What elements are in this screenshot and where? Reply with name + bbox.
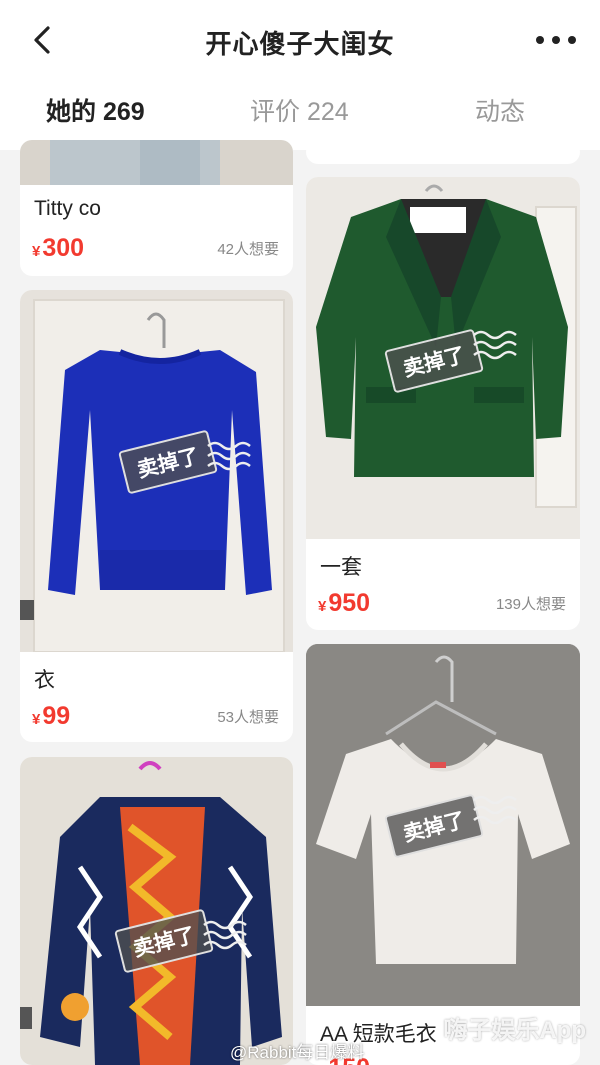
postmark-waves-icon xyxy=(473,330,517,360)
weibo-watermark: @Rabbit每日爆料 xyxy=(230,1043,365,1062)
product-card-titty-co[interactable]: Titty co ¥300 42人想要 xyxy=(20,140,293,276)
tab-items[interactable]: 她的 269 xyxy=(46,92,145,128)
product-card-green-blazer[interactable]: 卖掉了 一套 ¥950 139人想要 xyxy=(306,177,580,630)
top-bar: 开心傻子大闺女 她的 269 评价 224 动态 xyxy=(0,0,600,151)
tab-bar: 她的 269 评价 224 动态 xyxy=(0,92,600,136)
want-count: 53人想要 xyxy=(217,709,279,726)
want-count: 42人想要 xyxy=(217,241,279,258)
postmark-waves-icon xyxy=(203,920,247,950)
product-price: ¥300 xyxy=(32,234,85,262)
tab-activity[interactable]: 动态 xyxy=(475,92,525,128)
more-dots-icon[interactable] xyxy=(536,30,576,50)
product-card-white-sweater[interactable]: 卖掉了 AA 短款毛衣 ¥150 xyxy=(306,644,580,1065)
product-name: 一套 xyxy=(320,556,362,579)
product-card-blue-sweater[interactable]: 卖掉了 衣 ¥99 53人想要 xyxy=(20,290,293,742)
postmark-waves-icon xyxy=(207,441,251,471)
brand-watermark: 嗨子娱乐App xyxy=(443,1017,586,1044)
postmark-waves-icon xyxy=(473,795,517,825)
product-name: Titty co xyxy=(34,197,101,220)
page-title: 开心傻子大闺女 xyxy=(205,29,395,59)
product-card-offscreen[interactable] xyxy=(306,140,580,164)
product-photo xyxy=(20,140,293,185)
product-price: ¥950 xyxy=(318,589,371,617)
product-photo xyxy=(20,757,293,1065)
product-price: ¥99 xyxy=(32,702,71,730)
want-count: 139人想要 xyxy=(495,596,566,613)
tab-reviews[interactable]: 评价 224 xyxy=(250,92,349,128)
product-card-patterned-shirt[interactable]: 卖掉了 xyxy=(20,757,293,1065)
product-name: 衣 xyxy=(34,669,55,692)
